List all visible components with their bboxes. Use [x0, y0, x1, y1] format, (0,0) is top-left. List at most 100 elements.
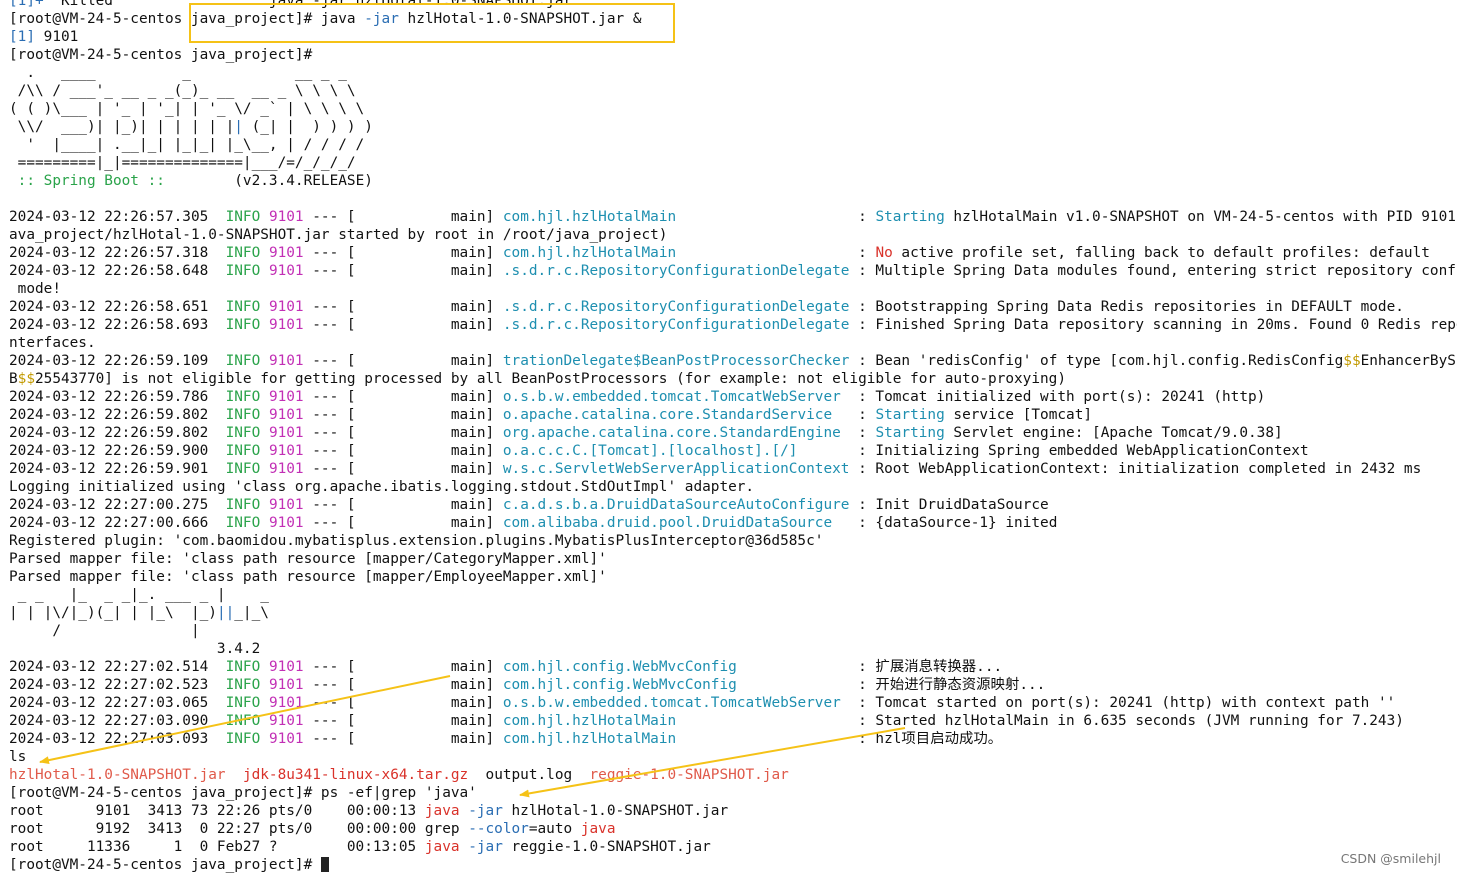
- terminal-text: :: [676, 245, 876, 261]
- terminal-line: 2024-03-12 22:27:02.523 INFO 9101 --- [ …: [9, 676, 1457, 694]
- terminal-text: 2024-03-12 22:26:57.305: [9, 209, 226, 225]
- terminal-text: --- [ main]: [303, 731, 503, 747]
- terminal-text: INFO: [225, 245, 261, 261]
- terminal-text: : Bootstrapping Spring Data Redis reposi…: [849, 299, 1404, 315]
- terminal-text: ( ( )\___ | '_ | '_| | '_ \/ _` | \ \ \ …: [9, 101, 365, 117]
- terminal-text: Starting: [875, 425, 945, 441]
- terminal-text: o.apache.catalina.core.StandardService: [502, 407, 833, 423]
- terminal-line: nterfaces.: [9, 334, 1457, 352]
- terminal-text: hzlHotal-1.0-SNAPSHOT.jar: [502, 803, 729, 819]
- terminal-text: --- [ main]: [303, 389, 503, 405]
- terminal-text: Starting: [875, 209, 945, 225]
- terminal-text: --- [ main]: [303, 461, 503, 477]
- terminal-text: : Finished Spring Data repository scanni…: [858, 317, 1457, 333]
- terminal-text: com.hjl.hzlHotalMain: [502, 713, 677, 729]
- terminal-text: : Started hzlHotalMain in 6.635 seconds …: [676, 713, 1404, 729]
- terminal-text: Servlet engine: [Apache Tomcat/9.0.38]: [944, 425, 1283, 441]
- terminal-output[interactable]: [1]+ Killed java -jar hzlHotal-1.0-SNAPS…: [0, 0, 1457, 876]
- terminal-text: 2024-03-12 22:26:57.318: [9, 245, 226, 261]
- terminal-text: 9101: [268, 245, 304, 261]
- terminal-text: com.alibaba.druid.pool.DruidDataSource: [502, 515, 833, 531]
- terminal-text: : Root WebApplicationContext: initializa…: [849, 461, 1422, 477]
- terminal-text: $$: [17, 371, 35, 387]
- terminal-text: 2024-03-12 22:26:58.648: [9, 263, 226, 279]
- terminal-line: . ____ _ __ _ _: [9, 64, 1457, 82]
- terminal-text: 2024-03-12 22:26:59.109: [9, 353, 226, 369]
- terminal-text: 2024-03-12 22:27:03.090: [9, 713, 226, 729]
- terminal-line: 2024-03-12 22:27:00.666 INFO 9101 --- [ …: [9, 514, 1457, 532]
- terminal-text: 9101: [268, 461, 304, 477]
- terminal-text: --- [ main]: [303, 713, 503, 729]
- terminal-line: Logging initialized using 'class org.apa…: [9, 478, 1457, 496]
- terminal-text: --- [ main]: [303, 515, 503, 531]
- terminal-line: 2024-03-12 22:27:03.093 INFO 9101 --- [ …: [9, 730, 1457, 748]
- terminal-text: 2024-03-12 22:26:58.693: [9, 317, 226, 333]
- terminal-text: Starting: [875, 407, 945, 423]
- terminal-text: | | |\/|_)(_| | |_\ |_): [9, 605, 217, 621]
- terminal-text: 9101: [268, 209, 304, 225]
- terminal-line: 2024-03-12 22:26:58.648 INFO 9101 --- [ …: [9, 262, 1457, 280]
- terminal-text: o.s.b.w.embedded.tomcat.TomcatWebServer: [502, 389, 841, 405]
- terminal-text: java: [580, 821, 616, 837]
- terminal-text: INFO: [225, 263, 261, 279]
- terminal-line: root 11336 1 0 Feb27 ? 00:13:05 java -ja…: [9, 838, 1457, 856]
- terminal-text: --- [ main]: [303, 299, 503, 315]
- terminal-line: / |: [9, 622, 1457, 640]
- terminal-line: root 9101 3413 73 22:26 pts/0 00:00:13 j…: [9, 802, 1457, 820]
- terminal-text: [root@VM-24-5-centos java_project]# ps -…: [9, 785, 477, 801]
- terminal-text: : Initializing Spring embedded WebApplic…: [797, 443, 1309, 459]
- terminal-text: com.hjl.config.WebMvcConfig: [502, 659, 737, 675]
- terminal-text: \\/ ___)| |_)| | | | | |: [9, 119, 235, 135]
- terminal-text: com.hjl.hzlHotalMain: [502, 731, 677, 747]
- terminal-text: .s.d.r.c.RepositoryConfigurationDelegate: [502, 263, 850, 279]
- terminal-line: \\/ ___)| |_)| | | | | || (_| | ) ) ) ): [9, 118, 1457, 136]
- terminal-text: reggie-1.0-SNAPSHOT.jar: [589, 767, 789, 783]
- terminal-text: 9101: [268, 515, 304, 531]
- terminal-text: INFO: [225, 407, 261, 423]
- terminal-text: _ _ |_ _ _|_. ___ _ | _: [9, 587, 269, 603]
- terminal-text: : 扩展消息转换器...: [736, 659, 1003, 675]
- terminal-text: EnhancerBySpringCGLI: [1360, 353, 1457, 369]
- terminal-text: 2024-03-12 22:27:00.275: [9, 497, 226, 513]
- terminal-line: B$$25543770] is not eligible for getting…: [9, 370, 1457, 388]
- terminal-text: :: [832, 407, 876, 423]
- terminal-text: 9101: [268, 659, 304, 675]
- terminal-line: 2024-03-12 22:26:57.318 INFO 9101 --- [ …: [9, 244, 1457, 262]
- terminal-text: INFO: [225, 461, 261, 477]
- terminal-text: root 9192 3413 0 22:27 pts/0 00:00:00 gr…: [9, 821, 469, 837]
- terminal-text: java: [424, 839, 460, 855]
- terminal-line: [root@VM-24-5-centos java_project]# ps -…: [9, 784, 1457, 802]
- terminal-text: 2024-03-12 22:27:03.065: [9, 695, 226, 711]
- terminal-text: Registered plugin: 'com.baomidou.mybatis…: [9, 533, 824, 549]
- terminal-line: ( ( )\___ | '_ | '_| | '_ \/ _` | \ \ \ …: [9, 100, 1457, 118]
- terminal-line: 2024-03-12 22:27:03.065 INFO 9101 --- [ …: [9, 694, 1457, 712]
- terminal-text: --- [ main]: [303, 695, 503, 711]
- terminal-text: INFO: [225, 659, 261, 675]
- terminal-text: No: [875, 245, 893, 261]
- terminal-text: : Multiple Spring Data modules found, en…: [858, 263, 1457, 279]
- terminal-text: :: [676, 209, 876, 225]
- terminal-text: com.hjl.hzlHotalMain: [502, 209, 677, 225]
- terminal-text: [root@VM-24-5-centos java_project]#: [9, 857, 321, 873]
- terminal-text: [1]: [9, 29, 35, 45]
- terminal-text: INFO: [225, 731, 261, 747]
- terminal-text: (_| | ) ) ) ): [242, 119, 373, 135]
- terminal-line: 2024-03-12 22:26:59.786 INFO 9101 --- [ …: [9, 388, 1457, 406]
- watermark: CSDN @smilehjl: [1340, 851, 1441, 866]
- terminal-text: |: [234, 119, 243, 135]
- terminal-line: 2024-03-12 22:27:03.090 INFO 9101 --- [ …: [9, 712, 1457, 730]
- terminal-text: . ____ _ __ _ _: [9, 65, 347, 81]
- terminal-text: 2024-03-12 22:26:59.901: [9, 461, 226, 477]
- terminal-text: 2024-03-12 22:27:02.523: [9, 677, 226, 693]
- terminal-text: mode!: [9, 281, 61, 297]
- terminal-line: [root@VM-24-5-centos java_project]#: [9, 856, 1457, 874]
